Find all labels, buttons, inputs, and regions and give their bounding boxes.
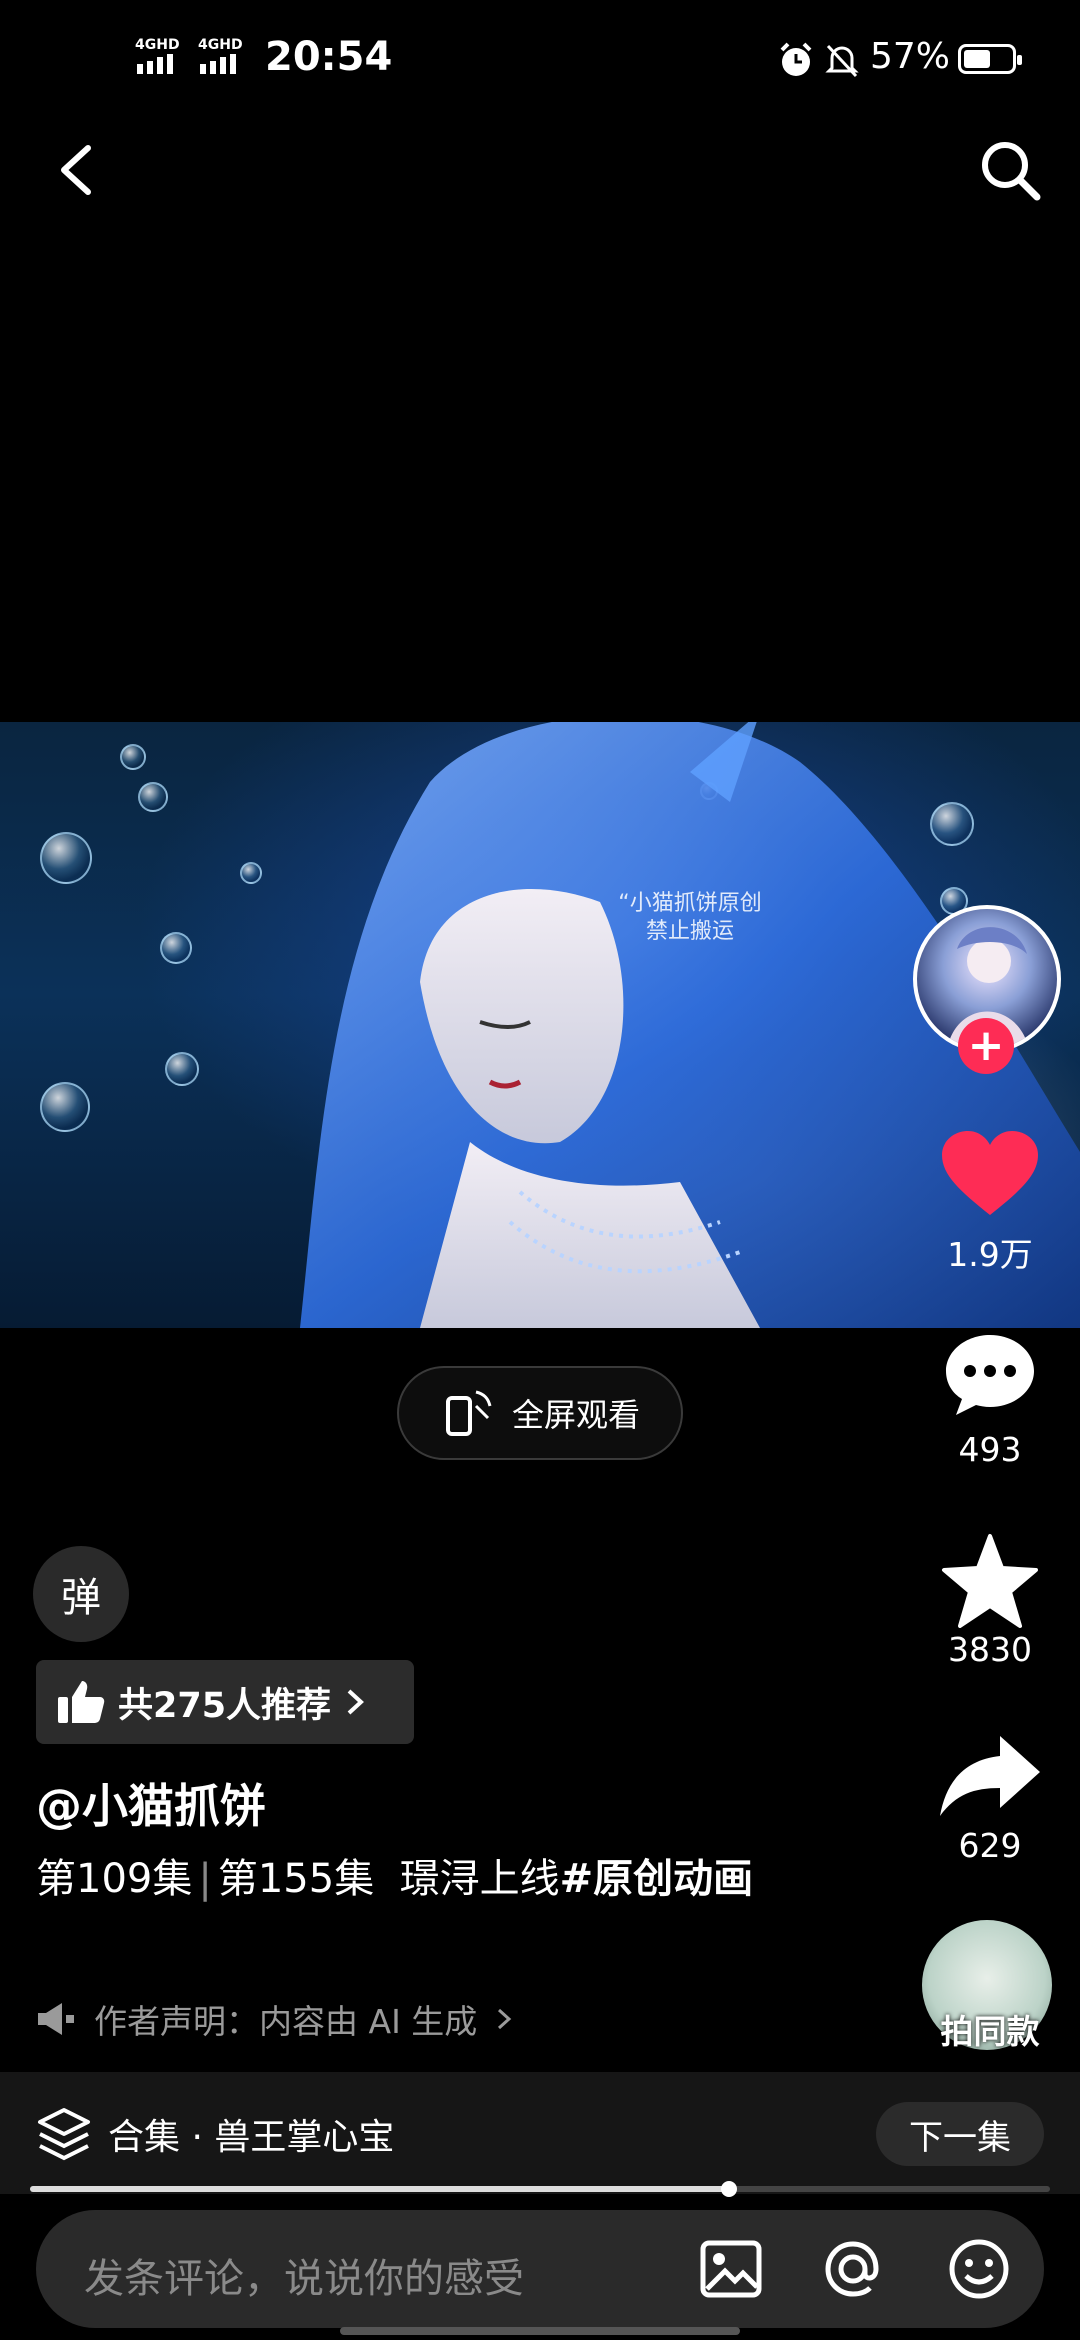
alarm-icon	[780, 42, 812, 76]
episode-separator: |	[198, 1856, 212, 1902]
watermark-line-1: “小猫抓饼原创	[618, 891, 762, 916]
network-label-1: 4GHD	[135, 37, 180, 53]
favorite-count: 3830	[948, 1630, 1032, 1669]
megaphone-icon	[38, 2003, 74, 2035]
comment-button[interactable]	[940, 1330, 1040, 1420]
chevron-right-icon	[498, 2008, 512, 2030]
hashtag[interactable]: #原创动画	[560, 1856, 754, 1902]
video-description: 第109集 | 第155集 璟浔上线#原创动画	[36, 1848, 796, 1910]
thumbs-up-icon	[58, 1681, 105, 1723]
comment-input-bar[interactable]: 发条评论，说说你的感受	[36, 2210, 1044, 2328]
progress-fill	[30, 2186, 729, 2192]
signal-bars-icon	[200, 54, 236, 74]
share-arrow-icon	[940, 1736, 1040, 1816]
star-icon	[942, 1534, 1038, 1628]
smiley-icon	[949, 2239, 1009, 2299]
watermark-line-2: 禁止搬运	[645, 919, 734, 944]
signal-bars-icon	[137, 54, 173, 74]
network-label-2: 4GHD	[198, 37, 243, 53]
next-episode-button[interactable]: 下一集	[876, 2102, 1044, 2166]
same-style-label[interactable]: 拍同款	[925, 2005, 1055, 2053]
image-button[interactable]	[694, 2232, 768, 2306]
comment-bubble-icon	[946, 1335, 1034, 1415]
status-time: 20:54	[265, 34, 393, 80]
home-indicator[interactable]	[340, 2327, 740, 2335]
rotate-phone-icon	[445, 1390, 492, 1436]
declaration-text: 作者声明：内容由 AI 生成	[94, 2002, 478, 2041]
episode-link-2[interactable]: 第155集	[218, 1856, 374, 1902]
collection-bar[interactable]: 合集 · 兽王掌心宝 下一集	[0, 2072, 1080, 2194]
collection-label: 合集 · 兽王掌心宝	[108, 2117, 395, 2158]
author-declaration[interactable]: 作者声明：内容由 AI 生成	[36, 1995, 513, 2043]
danmaku-toggle[interactable]: 弹	[33, 1546, 129, 1642]
recommend-button[interactable]: 共275人推荐	[36, 1660, 414, 1744]
progress-knob[interactable]	[721, 2181, 737, 2197]
search-icon[interactable]	[975, 135, 1045, 205]
image-icon	[700, 2240, 762, 2298]
follow-button[interactable]: +	[958, 1018, 1014, 1074]
network-indicator-1: 4GHD	[135, 38, 191, 77]
network-indicator-2: 4GHD	[198, 38, 254, 77]
at-icon	[825, 2241, 879, 2297]
layers-icon	[38, 2108, 90, 2161]
description-text: 璟浔上线	[399, 1856, 560, 1902]
comment-count: 493	[958, 1430, 1022, 1469]
heart-icon	[942, 1131, 1038, 1215]
episode-link-1[interactable]: 第109集	[36, 1856, 192, 1902]
battery-level	[964, 50, 990, 68]
next-episode-label: 下一集	[909, 2117, 1011, 2158]
author-name[interactable]: @小猫抓饼	[36, 1770, 266, 1836]
fullscreen-label: 全屏观看	[511, 1396, 640, 1434]
like-count: 1.9万	[947, 1235, 1033, 1274]
mute-bell-icon	[825, 44, 859, 78]
danmaku-label: 弹	[61, 1575, 101, 1621]
video-watermark: “小猫抓饼原创 禁止搬运	[600, 890, 780, 946]
share-count: 629	[958, 1826, 1022, 1865]
status-bar: 4GHD 4GHD 20:54 57%	[0, 0, 1080, 120]
recommend-label: 共275人推荐	[118, 1685, 332, 1726]
like-button[interactable]	[935, 1124, 1045, 1224]
back-arrow-icon[interactable]	[48, 140, 108, 200]
emoji-button[interactable]	[942, 2232, 1016, 2306]
battery-percent: 57%	[870, 36, 951, 77]
chevron-right-icon	[347, 1689, 365, 1715]
comment-input[interactable]: 发条评论，说说你的感受	[84, 2246, 524, 2304]
fullscreen-button[interactable]: 全屏观看	[397, 1366, 683, 1460]
favorite-button[interactable]	[935, 1530, 1045, 1630]
plus-icon: +	[967, 1020, 1005, 1071]
mention-button[interactable]	[816, 2232, 890, 2306]
battery-icon	[958, 44, 1022, 74]
share-button[interactable]	[935, 1730, 1045, 1820]
